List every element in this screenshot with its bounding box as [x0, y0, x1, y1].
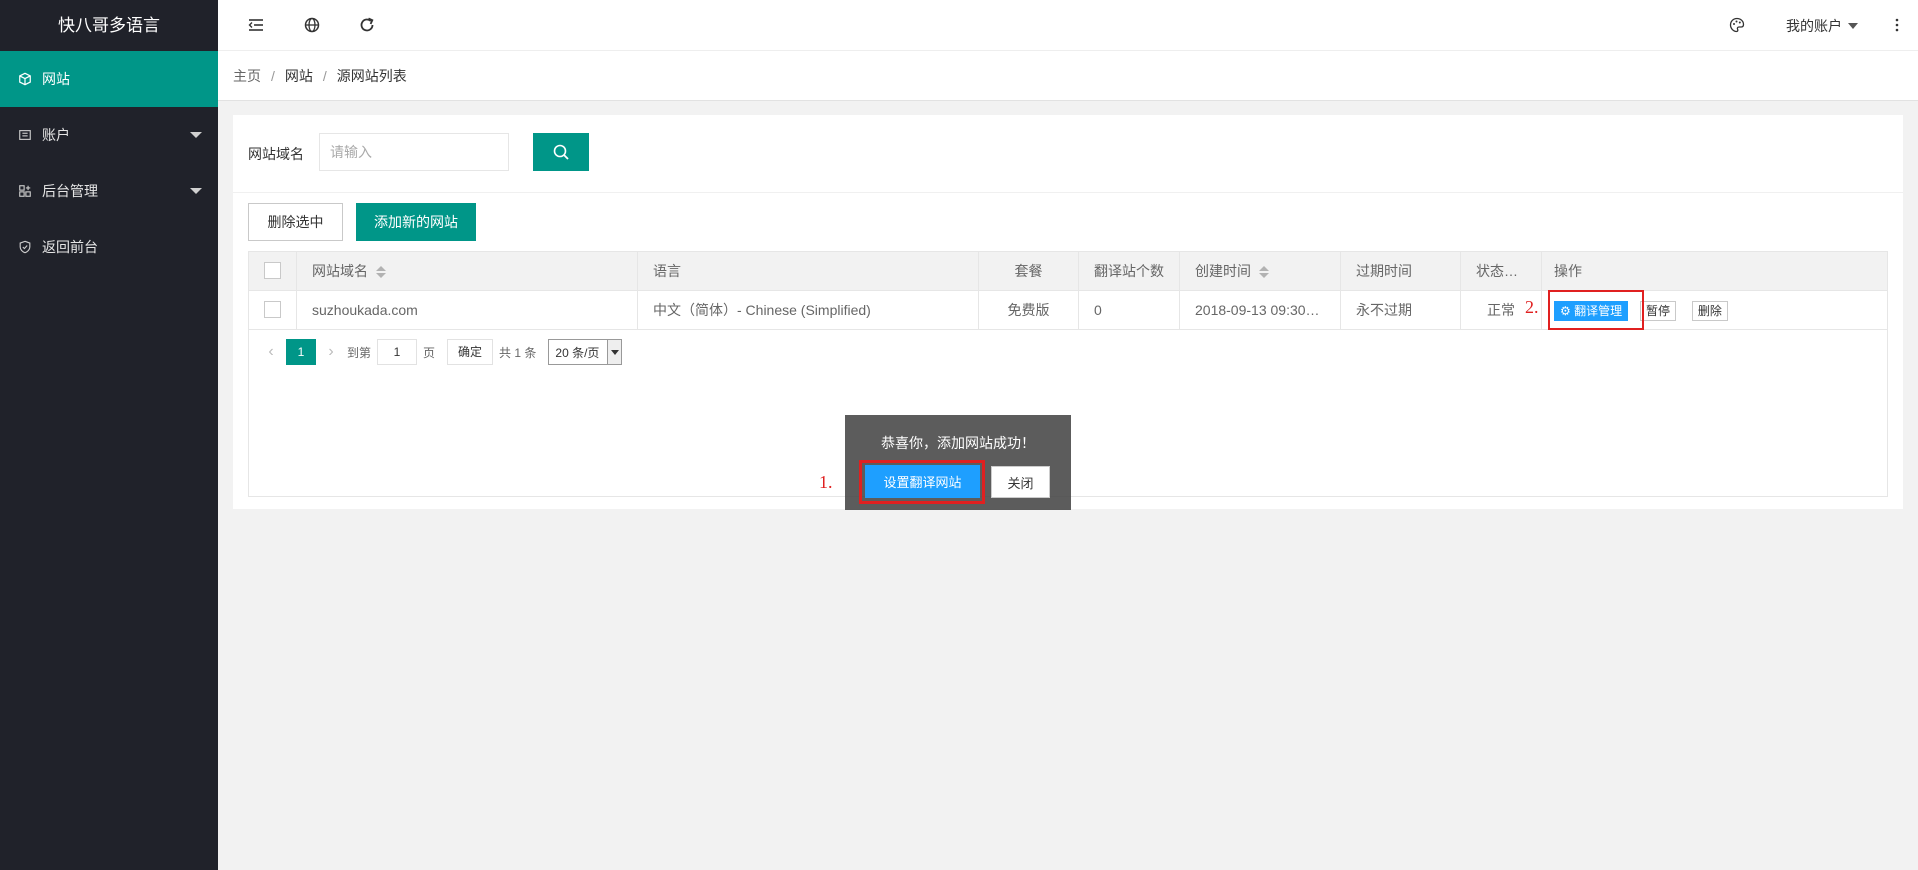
cell-plan: 免费版 — [979, 291, 1079, 329]
globe-icon[interactable] — [303, 16, 321, 34]
annotation-mark-2: 2. — [1525, 297, 1539, 317]
dropdown-arrow-icon — [607, 340, 622, 364]
sort-icon[interactable] — [1259, 266, 1269, 279]
sidebar: 快八哥多语言 网站 账户 后台管理 返回前台 — [0, 0, 218, 870]
row-checkbox-cell — [249, 291, 297, 329]
cell-count: 0 — [1079, 291, 1180, 329]
sidebar-item-label: 返回前台 — [42, 239, 98, 255]
sidebar-item-account[interactable]: 账户 — [0, 107, 218, 163]
refresh-icon[interactable] — [358, 16, 376, 34]
pause-button[interactable]: 暂停 — [1640, 301, 1677, 322]
header-count: 翻译站个数 — [1079, 252, 1180, 290]
chevron-down-icon — [190, 188, 202, 194]
sort-icon[interactable] — [376, 266, 386, 279]
sidebar-item-label: 网站 — [42, 71, 70, 87]
page-suffix: 页 — [423, 345, 436, 360]
highlight-box — [1548, 290, 1644, 330]
header-created[interactable]: 创建时间 — [1180, 252, 1341, 290]
breadcrumb-separator: / — [322, 67, 327, 84]
breadcrumb-section[interactable]: 网站 — [285, 66, 313, 86]
header-label: 网站域名 — [312, 263, 368, 279]
shield-icon — [18, 240, 32, 254]
row-checkbox[interactable] — [264, 301, 281, 319]
next-page-icon[interactable]: › — [321, 343, 341, 361]
total-count: 共 1 条 — [499, 345, 537, 360]
dialog-message: 恭喜你，添加网站成功！ — [881, 435, 1035, 451]
caret-down-icon — [1848, 23, 1858, 29]
header-domain[interactable]: 网站域名 — [297, 252, 638, 290]
table-header-row: 网站域名 语言 套餐 翻译站个数 创建时间 过期时间 状态… 操作 — [249, 252, 1887, 291]
breadcrumb: 主页 / 网站 / 源网站列表 — [218, 51, 1918, 101]
pagination: ‹ 1 › 到第 1 页 确定 共 1 条 20 条/页 — [249, 332, 1887, 372]
page-jump-input[interactable]: 1 — [377, 339, 418, 365]
close-dialog-button[interactable]: 关闭 — [991, 466, 1050, 498]
search-button[interactable] — [533, 133, 589, 171]
apps-icon — [18, 184, 32, 198]
select-all-checkbox[interactable] — [264, 262, 281, 280]
goto-label: 到第 — [347, 345, 372, 360]
palette-icon[interactable] — [1728, 16, 1746, 34]
sidebar-item-label: 账户 — [42, 127, 70, 143]
header-actions: 操作 — [1554, 263, 1582, 279]
top-header: 我的账户 — [218, 0, 1918, 51]
app-logo-title: 快八哥多语言 — [58, 16, 160, 35]
page-size-select[interactable]: 20 条/页 — [548, 339, 623, 365]
header-language: 语言 — [638, 252, 979, 290]
cell-domain: suzhoukada.com — [297, 291, 638, 329]
prev-page-icon[interactable]: ‹ — [261, 343, 281, 361]
header-label: 创建时间 — [1195, 263, 1251, 279]
search-icon — [553, 144, 569, 160]
account-menu[interactable]: 我的账户 — [1786, 16, 1858, 36]
header-expire: 过期时间 — [1341, 252, 1461, 290]
header-plan: 套餐 — [979, 252, 1079, 290]
breadcrumb-separator: / — [271, 67, 275, 84]
account-icon — [18, 128, 32, 142]
header-status: 状态… — [1461, 252, 1542, 290]
menu-fold-icon[interactable] — [247, 16, 265, 34]
add-site-button[interactable]: 添加新的网站 — [356, 203, 476, 241]
more-icon[interactable] — [1888, 16, 1906, 34]
account-label: 我的账户 — [1786, 18, 1842, 34]
annotation-mark-1: 1. — [819, 472, 833, 492]
page-confirm-button[interactable]: 确定 — [447, 339, 494, 365]
breadcrumb-current: 源网站列表 — [336, 67, 407, 84]
setup-translation-button[interactable]: 设置翻译网站 — [865, 465, 980, 498]
cell-created: 2018-09-13 09:30… — [1180, 291, 1341, 329]
cell-language: 中文（简体）- Chinese (Simplified) — [638, 291, 979, 329]
sidebar-item-admin[interactable]: 后台管理 — [0, 163, 218, 219]
chevron-down-icon — [190, 132, 202, 138]
search-label: 网站域名 — [248, 146, 304, 162]
cell-expire: 永不过期 — [1341, 291, 1461, 329]
cube-icon — [18, 72, 32, 86]
sidebar-item-label: 后台管理 — [42, 183, 98, 199]
delete-selected-button[interactable]: 删除选中 — [248, 203, 343, 241]
sidebar-item-frontend[interactable]: 返回前台 — [0, 219, 218, 275]
page-size-value: 20 条/页 — [555, 345, 600, 360]
page-number-current[interactable]: 1 — [286, 339, 316, 365]
search-input[interactable] — [319, 133, 509, 171]
sidebar-item-website[interactable]: 网站 — [0, 51, 218, 107]
breadcrumb-home[interactable]: 主页 — [233, 66, 261, 86]
header-checkbox-cell — [249, 252, 297, 290]
delete-button[interactable]: 删除 — [1691, 301, 1728, 322]
search-bar: 网站域名 — [233, 115, 1903, 193]
success-dialog: 恭喜你，添加网站成功！ 设置翻译网站 关闭 — [845, 415, 1071, 510]
